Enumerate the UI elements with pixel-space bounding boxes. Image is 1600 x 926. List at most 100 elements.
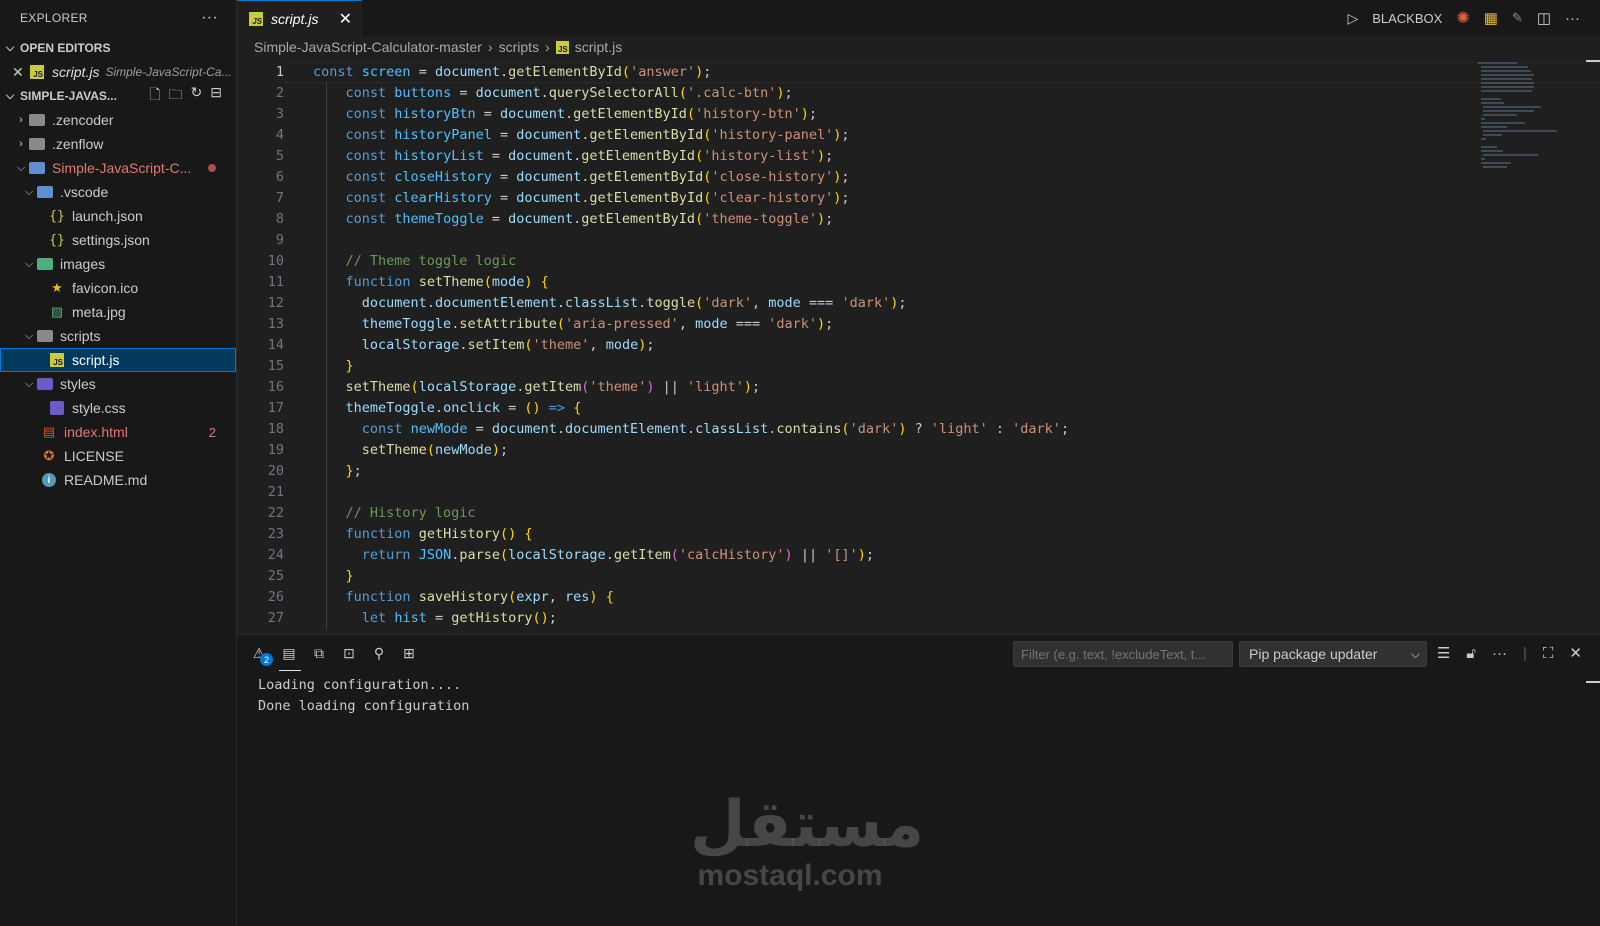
extension-panel-icon[interactable]: ⊞ xyxy=(401,645,417,661)
json-file-icon: {} xyxy=(49,208,65,224)
code-line[interactable]: themeToggle.onclick = () => { xyxy=(313,398,1069,419)
minimap-line xyxy=(1481,98,1501,100)
more-actions-icon[interactable]: ··· xyxy=(1492,645,1507,662)
info-icon: i xyxy=(40,472,58,488)
minimap-line xyxy=(1481,122,1525,124)
output-filter-input[interactable] xyxy=(1013,641,1233,667)
code-line[interactable]: const screen = document.getElementById('… xyxy=(313,62,1069,83)
tree-item-label: .vscode xyxy=(60,184,109,200)
code-line[interactable]: } xyxy=(313,356,1069,377)
code-line[interactable]: setTheme(newMode); xyxy=(313,440,1069,461)
breadcrumb-item[interactable]: script.js xyxy=(575,39,622,55)
minimap-line xyxy=(1483,166,1507,168)
tree-item-style-css[interactable]: style.css xyxy=(0,396,236,420)
refresh-icon[interactable]: ↻ xyxy=(191,84,203,108)
tab-script-js[interactable]: JS script.js ✕ xyxy=(237,0,362,36)
tree-item-images[interactable]: ⌵ images xyxy=(0,252,236,276)
tree-item-script-js[interactable]: JS script.js xyxy=(0,348,236,372)
code-line[interactable]: const closeHistory = document.getElement… xyxy=(313,167,1069,188)
clear-output-icon[interactable]: ☰ xyxy=(1437,644,1450,662)
chevron-right-icon: › xyxy=(19,114,23,126)
code-line[interactable]: ​ xyxy=(313,482,1069,503)
workspace-section[interactable]: ⌵ SIMPLE-JAVAS... 🗋 🗀 ↻ ⊟ xyxy=(0,84,236,108)
code-line[interactable]: document.documentElement.classList.toggl… xyxy=(313,293,1069,314)
code-line[interactable]: // History logic xyxy=(313,503,1069,524)
code-line[interactable]: const clearHistory = document.getElement… xyxy=(313,188,1069,209)
code-line[interactable]: setTheme(localStorage.getItem('theme') |… xyxy=(313,377,1069,398)
tree-item-project[interactable]: ⌵ Simple-JavaScript-C... xyxy=(0,156,236,180)
code-editor[interactable]: 1 2 3 4 5 6 7 8 9 10 11 12 13 14 15 16 17 18 19 20 21 22 23 24 2… xyxy=(237,58,1600,634)
code-line[interactable]: const historyPanel = document.getElement… xyxy=(313,125,1069,146)
code-content[interactable]: const screen = document.getElementById('… xyxy=(313,62,1069,629)
tree-item-styles[interactable]: ⌵ styles xyxy=(0,372,236,396)
code-line[interactable]: const buttons = document.querySelectorAl… xyxy=(313,83,1069,104)
tree-item-label: meta.jpg xyxy=(72,304,126,320)
close-panel-icon[interactable]: ✕ xyxy=(1569,644,1582,662)
pen-icon[interactable]: ✎ xyxy=(1512,10,1523,26)
code-line[interactable]: function setTheme(mode) { xyxy=(313,272,1069,293)
tree-item-zenflow[interactable]: › .zenflow xyxy=(0,132,236,156)
open-editors-section[interactable]: ⌵ OPEN EDITORS xyxy=(0,36,236,60)
editor-scrollbar[interactable] xyxy=(1586,58,1600,634)
css-file-icon xyxy=(48,400,66,416)
tree-item-favicon[interactable]: ★ favicon.ico xyxy=(0,276,236,300)
more-actions-icon[interactable]: ··· xyxy=(201,9,218,27)
code-line[interactable]: function getHistory() { xyxy=(313,524,1069,545)
code-line[interactable]: }; xyxy=(313,461,1069,482)
line-number: 10 xyxy=(267,253,284,269)
minimap-line xyxy=(1481,118,1485,120)
tree-item-readme[interactable]: i README.md xyxy=(0,468,236,492)
code-line[interactable]: localStorage.setItem('theme', mode); xyxy=(313,335,1069,356)
collapse-all-icon[interactable]: ⊟ xyxy=(210,84,222,108)
close-icon[interactable]: ✕ xyxy=(339,9,352,29)
minimap[interactable] xyxy=(1478,62,1558,292)
code-line[interactable]: themeToggle.setAttribute('aria-pressed',… xyxy=(313,314,1069,335)
sparkle-icon[interactable]: ✺ xyxy=(1456,8,1469,28)
code-line[interactable]: // Theme toggle logic xyxy=(313,251,1069,272)
tree-item-zencoder[interactable]: › .zencoder xyxy=(0,108,236,132)
tree-item-scripts[interactable]: ⌵ scripts xyxy=(0,324,236,348)
tree-item-index-html[interactable]: ▤ index.html 2 xyxy=(0,420,236,444)
panel-scrollbar[interactable] xyxy=(1586,681,1600,683)
vscode-folder-icon xyxy=(36,184,54,200)
code-line[interactable]: } xyxy=(313,566,1069,587)
tree-item-settings-json[interactable]: {} settings.json xyxy=(0,228,236,252)
tree-item-label: index.html xyxy=(64,424,128,440)
split-editor-icon[interactable]: ◫ xyxy=(1537,9,1551,27)
code-line[interactable]: let hist = getHistory(); xyxy=(313,608,1069,629)
new-folder-icon[interactable]: 🗀 xyxy=(169,84,183,108)
run-icon[interactable]: ▷ xyxy=(1347,10,1358,27)
code-line[interactable]: const newMode = document.documentElement… xyxy=(313,419,1069,440)
blackbox-button[interactable]: BLACKBOX xyxy=(1372,11,1442,26)
code-line[interactable]: const historyList = document.getElementB… xyxy=(313,146,1069,167)
output-icon[interactable]: ▤ xyxy=(279,645,301,671)
line-number: 13 xyxy=(267,316,284,332)
problems-icon[interactable]: ⚠ 2 xyxy=(251,645,273,666)
breadcrumb-item[interactable]: Simple-JavaScript-Calculator-master xyxy=(254,39,482,55)
new-file-icon[interactable]: 🗋 xyxy=(149,84,160,108)
more-actions-icon[interactable]: ··· xyxy=(1565,10,1580,27)
grid-icon[interactable]: ▦ xyxy=(1484,9,1498,27)
code-line[interactable]: function saveHistory(expr, res) { xyxy=(313,587,1069,608)
code-line[interactable]: const historyBtn = document.getElementBy… xyxy=(313,104,1069,125)
tree-item-meta-jpg[interactable]: ▨ meta.jpg xyxy=(0,300,236,324)
close-icon[interactable]: ✕ xyxy=(12,64,28,81)
code-line[interactable]: return JSON.parse(localStorage.getItem('… xyxy=(313,545,1069,566)
lock-icon[interactable]: 🔓︎ xyxy=(1466,645,1476,662)
open-editor-item[interactable]: ✕ JS script.js Simple-JavaScript-Ca... xyxy=(0,60,236,84)
debug-console-icon[interactable]: ⧉ xyxy=(311,645,327,661)
maximize-panel-icon[interactable]: ⛶ xyxy=(1543,645,1554,662)
chevron-down-icon: ⌵ xyxy=(5,89,15,102)
tree-item-launch-json[interactable]: {} launch.json xyxy=(0,204,236,228)
code-line[interactable]: const themeToggle = document.getElementB… xyxy=(313,209,1069,230)
breadcrumb-item[interactable]: scripts xyxy=(499,39,539,55)
ports-icon[interactable]: ⚲ xyxy=(371,645,387,661)
javascript-file-icon: JS xyxy=(48,352,66,368)
minimap-line xyxy=(1481,138,1486,140)
tree-item-license[interactable]: ✪ LICENSE xyxy=(0,444,236,468)
output-channel-select[interactable]: Pip package updater ⌵ xyxy=(1239,641,1427,667)
tree-item-vscode[interactable]: ⌵ .vscode xyxy=(0,180,236,204)
folder-open-icon xyxy=(28,160,46,176)
terminal-icon[interactable]: ⊡ xyxy=(341,645,357,661)
code-line[interactable]: ​ xyxy=(313,230,1069,251)
